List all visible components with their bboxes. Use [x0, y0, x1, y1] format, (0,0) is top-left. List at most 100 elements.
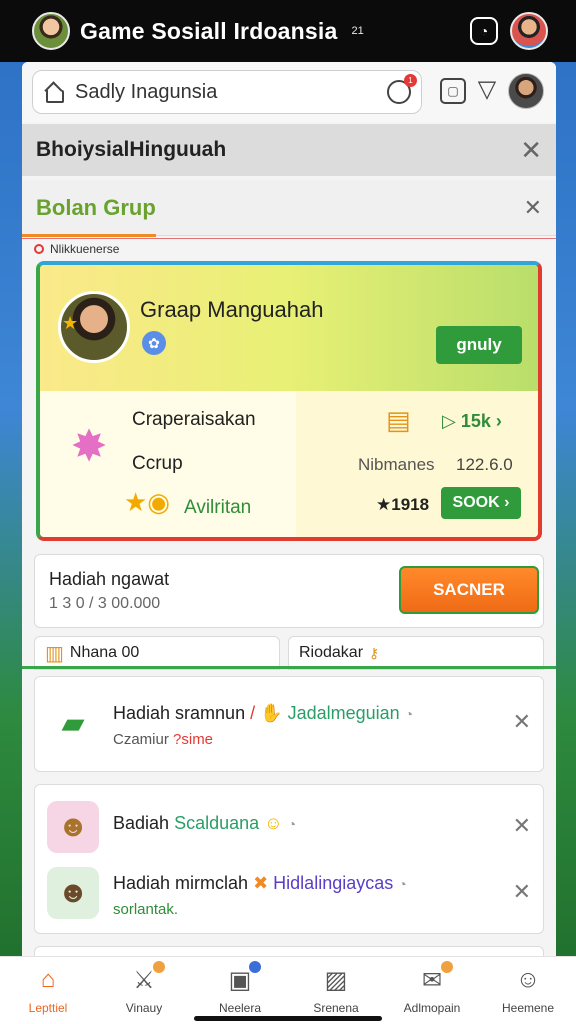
- app-title: Game Sosiall Irdoansia: [80, 17, 338, 44]
- section-label-text: Nlikkuenerse: [50, 242, 120, 256]
- group-stats-right: ▤ ▷ 15k › Nibmanes 122.6.0 ★1918 SOOK ›: [296, 391, 538, 537]
- mail-icon: ✉: [417, 961, 453, 995]
- group-stat-label: Craperaisakan: [132, 409, 256, 430]
- user-avatar[interactable]: [32, 12, 70, 50]
- group-stat-label: Ccrup: [132, 453, 183, 474]
- notification-row[interactable]: ▰ Hadiah sramnun / ✋ Jadalmeguian ◔ Czam…: [35, 689, 543, 757]
- notification-title: Badiah Scalduana ☺ ◔: [113, 813, 297, 833]
- sword-icon: ⚔: [129, 961, 165, 995]
- group-tab-title[interactable]: Bolan Grup: [36, 195, 524, 221]
- star-icon: ★: [62, 313, 79, 333]
- divider: [22, 238, 556, 239]
- reward-card: Hadiah ngawat 1 3 0 / 3 00.000 SACNER: [34, 554, 544, 628]
- notification-title: Hadiah mirmclah ✖ Hidlalingiaycas ◔: [113, 873, 407, 893]
- home-icon: [43, 82, 64, 103]
- notification-highlight: Hidlalingiaycas: [273, 873, 394, 893]
- search-input[interactable]: Sadly Inagunsia: [75, 81, 387, 104]
- panel-header-title: BhoiysialHinguuah: [36, 138, 227, 161]
- filter-icon[interactable]: ▽: [474, 76, 500, 103]
- clock-icon[interactable]: ◔: [470, 17, 498, 45]
- lock-icon: ▣: [225, 961, 261, 995]
- nav-badge: [153, 961, 165, 973]
- group-card[interactable]: ★ Graap Manguahah ✿ gnuly ✸ Craperaisaka…: [36, 261, 542, 541]
- star-coins-icon: ★◉: [124, 487, 170, 517]
- mini-tab-right-label: Riodakar: [299, 644, 364, 661]
- status-small-text: 21: [351, 25, 364, 37]
- tab-underline: [22, 234, 156, 237]
- notification-title-text: Hadiah mirmclah: [113, 873, 249, 893]
- nav-label: Adlmopain: [403, 1001, 461, 1015]
- search-box[interactable]: Sadly Inagunsia 1: [32, 70, 422, 114]
- notification-title-text: Hadiah sramnun: [113, 703, 246, 723]
- score-number: 1918: [391, 495, 430, 514]
- nav-item-locked[interactable]: ▣ Neelera: [192, 957, 288, 1024]
- claim-reward-button[interactable]: SACNER: [399, 566, 539, 614]
- record-icon: [34, 244, 44, 254]
- coins-icon: ▤: [386, 405, 411, 435]
- nav-item-gallery[interactable]: ▨ Srenena: [288, 957, 384, 1024]
- notification-badge: 1: [404, 74, 417, 87]
- group-name: Graap Manguahah: [140, 297, 324, 322]
- main-panel: Sadly Inagunsia 1 ▢ ▽ BhoiysialHinguuah …: [22, 62, 556, 1024]
- badge-icon: ✿: [142, 331, 166, 355]
- home-indicator[interactable]: [194, 1016, 382, 1021]
- members-value: ▷ 15k ›: [442, 411, 502, 431]
- close-icon[interactable]: ✕: [524, 196, 542, 219]
- nav-item-mail[interactable]: ✉ Adlmopain: [384, 957, 480, 1024]
- image-icon: ▨: [324, 966, 348, 994]
- members-total: 122.6.0: [456, 455, 513, 474]
- account-avatar[interactable]: [508, 73, 544, 109]
- close-icon[interactable]: ✕: [520, 137, 542, 163]
- group-stats-left: ✸ Craperaisakan Ccrup ★◉ Avilritan: [40, 391, 296, 537]
- home-icon: ⌂: [40, 966, 56, 993]
- divider: [22, 666, 556, 669]
- notification-subtitle: sorlantak.: [113, 901, 178, 918]
- mascot-icon: ✸: [70, 422, 108, 471]
- profile-avatar[interactable]: [510, 12, 548, 50]
- dismiss-icon[interactable]: ✕: [513, 879, 531, 905]
- notification-title: Hadiah sramnun / ✋ Jadalmeguian ◔: [113, 703, 414, 723]
- notification-row[interactable]: ☻ Badiah Scalduana ☺ ◔ ✕: [35, 793, 543, 861]
- nav-badge: [249, 961, 261, 973]
- dismiss-icon[interactable]: ✕: [513, 709, 531, 735]
- calendar-icon[interactable]: ▢: [440, 78, 466, 104]
- search-row: Sadly Inagunsia 1 ▢ ▽: [22, 62, 556, 122]
- join-group-button[interactable]: gnuly: [436, 326, 522, 364]
- notification-highlight: Scalduana: [174, 813, 260, 833]
- nav-label: Vinauy: [125, 1001, 163, 1015]
- section-label: Nlikkuenerse: [34, 242, 119, 256]
- nav-item-battle[interactable]: ⚔ Vinauy: [96, 957, 192, 1024]
- notification-sub-highlight: ?sime: [173, 731, 214, 748]
- open-group-label: SOOK: [452, 494, 500, 511]
- members-count: 15k: [460, 411, 491, 431]
- cash-icon: ▰: [61, 706, 85, 740]
- notification-sub-highlight: sorlantak.: [113, 901, 179, 918]
- nav-item-profile[interactable]: ☺ Heemene: [480, 957, 576, 1024]
- mini-tabs: ▥ Nhana 00 Riodakar ⚷: [34, 636, 544, 670]
- coin-stack-icon: ▥: [45, 642, 64, 665]
- notification-sub-prefix: Czamiur: [113, 731, 169, 748]
- timer-icon[interactable]: 1: [387, 74, 417, 104]
- notification-card[interactable]: ☻ Badiah Scalduana ☺ ◔ ✕ ☻ Hadiah mirmcl…: [34, 784, 544, 934]
- player-avatar-icon: ☻: [47, 801, 99, 853]
- nav-label: Lepttiel: [28, 1001, 68, 1015]
- mini-tab-left-label: Nhana 00: [69, 644, 140, 661]
- reward-title: Hadiah ngawat: [49, 569, 170, 589]
- notification-highlight: Jadalmeguian: [287, 703, 400, 723]
- group-activity-label[interactable]: Avilritan: [184, 497, 251, 519]
- panel-header: BhoiysialHinguuah ✕: [22, 124, 556, 176]
- nav-label: Srenena: [313, 1001, 359, 1015]
- status-bar: Game Sosiall Irdoansia 21 ◔: [0, 0, 576, 62]
- dismiss-icon[interactable]: ✕: [513, 813, 531, 839]
- notification-card[interactable]: ▰ Hadiah sramnun / ✋ Jadalmeguian ◔ Czam…: [34, 676, 544, 772]
- nav-label: Heemene: [501, 1001, 555, 1015]
- group-tab-header: Bolan Grup ✕: [22, 180, 556, 237]
- nav-item-home[interactable]: ⌂ Lepttiel: [0, 957, 96, 1024]
- mini-tab-right[interactable]: Riodakar ⚷: [288, 636, 544, 670]
- reward-subtitle: 1 3 0 / 3 00.000: [49, 595, 161, 612]
- mini-tab-left[interactable]: ▥ Nhana 00: [34, 636, 280, 670]
- player-avatar-icon: ☻: [47, 867, 99, 919]
- notification-row[interactable]: ☻ Hadiah mirmclah ✖ Hidlalingiaycas ◔ so…: [35, 859, 543, 927]
- score-value: ★1918: [376, 495, 430, 514]
- open-group-button[interactable]: SOOK ›: [441, 487, 521, 519]
